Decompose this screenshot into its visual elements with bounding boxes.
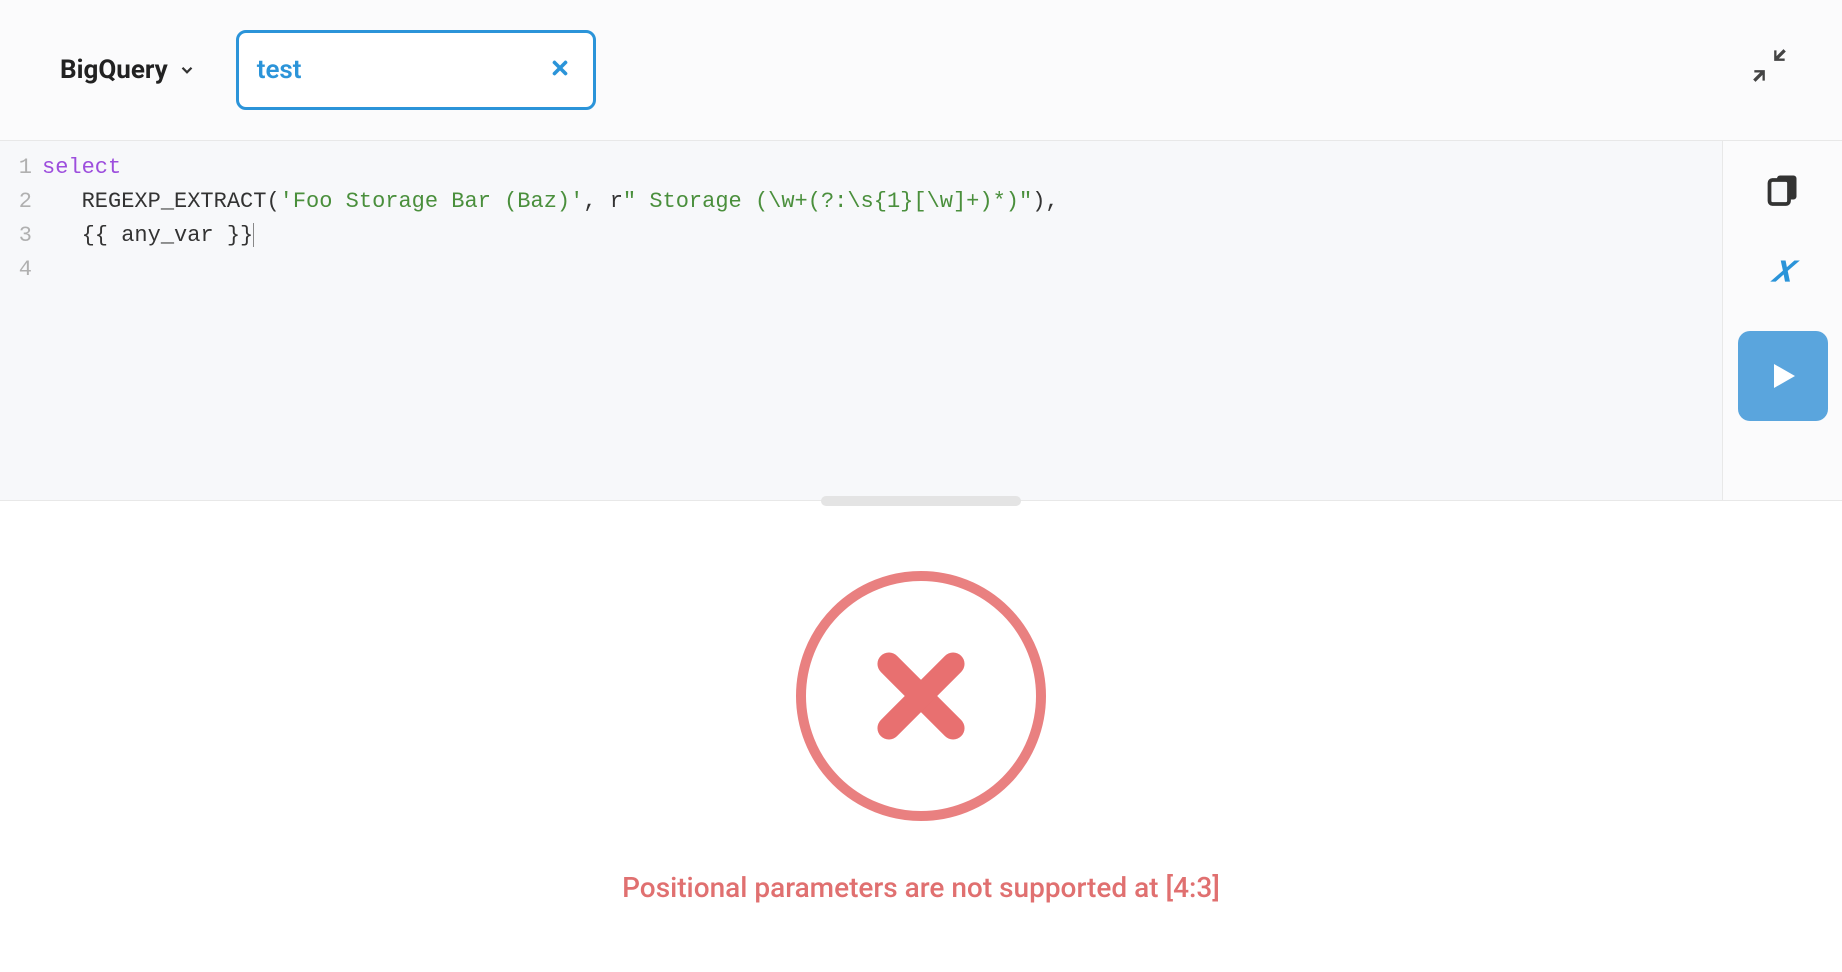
error-icon bbox=[796, 571, 1046, 821]
variable-icon[interactable]: 𝑥 bbox=[1772, 247, 1793, 291]
run-button[interactable] bbox=[1738, 331, 1828, 421]
line-number: 4 bbox=[0, 253, 32, 287]
line-number: 1 bbox=[0, 151, 32, 185]
top-bar: BigQuery test bbox=[0, 0, 1842, 141]
database-label: BigQuery bbox=[60, 55, 168, 85]
database-selector[interactable]: BigQuery bbox=[60, 55, 196, 85]
result-panel: Positional parameters are not supported … bbox=[0, 501, 1842, 904]
code-string: " Storage (\w+(?:\s{1}[\w]+)*)" bbox=[623, 189, 1032, 214]
code-string: 'Foo Storage Bar (Baz)' bbox=[280, 189, 584, 214]
code-text bbox=[42, 223, 82, 248]
editor-toolbar: 𝑥 bbox=[1722, 141, 1842, 500]
line-number: 3 bbox=[0, 219, 32, 253]
code-text: , bbox=[583, 189, 609, 214]
close-icon[interactable] bbox=[545, 53, 575, 87]
collapse-icon[interactable] bbox=[1752, 48, 1792, 92]
code-text: r bbox=[610, 189, 623, 214]
copy-icon[interactable] bbox=[1765, 171, 1801, 207]
line-gutter: 1 2 3 4 bbox=[0, 151, 42, 500]
line-number: 2 bbox=[0, 185, 32, 219]
chevron-down-icon bbox=[178, 61, 196, 79]
cursor bbox=[253, 223, 254, 247]
error-message: Positional parameters are not supported … bbox=[622, 871, 1220, 904]
code-text: ), bbox=[1032, 189, 1058, 214]
resize-handle[interactable] bbox=[821, 496, 1021, 506]
code-text bbox=[42, 189, 82, 214]
code-keyword: select bbox=[42, 155, 121, 180]
editor-panel: 1 2 3 4 select REGEXP_EXTRACT('Foo Stora… bbox=[0, 141, 1842, 501]
code-function: REGEXP_EXTRACT bbox=[82, 189, 267, 214]
tag-label: test bbox=[257, 55, 545, 85]
code-content[interactable]: select REGEXP_EXTRACT('Foo Storage Bar (… bbox=[42, 151, 1059, 500]
query-tag-chip[interactable]: test bbox=[236, 30, 596, 110]
code-text: ( bbox=[266, 189, 279, 214]
code-text: {{ any_var }} bbox=[82, 223, 254, 248]
code-editor[interactable]: 1 2 3 4 select REGEXP_EXTRACT('Foo Stora… bbox=[0, 141, 1722, 500]
